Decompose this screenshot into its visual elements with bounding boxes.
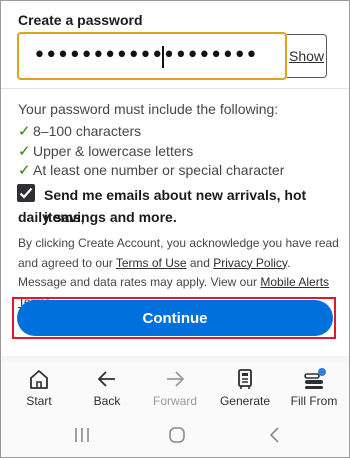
- arrow-left-icon: [97, 371, 115, 387]
- checkbox-check-icon: [19, 187, 33, 199]
- requirements-intro: Your password must include the following…: [18, 101, 279, 117]
- requirement-length: ✓ 8–100 characters: [18, 123, 142, 140]
- nav-fill-from[interactable]: Fill From: [279, 364, 349, 416]
- home-circle-icon[interactable]: [168, 426, 186, 444]
- nav-shadow: [1, 356, 349, 364]
- nav-start[interactable]: Start: [4, 364, 74, 416]
- system-navigation-bar: [1, 416, 349, 457]
- home-icon: [30, 370, 48, 389]
- nav-generate[interactable]: Generate: [210, 364, 280, 416]
- divider: [1, 88, 349, 89]
- show-password-button[interactable]: Show: [287, 34, 327, 78]
- requirement-case: ✓ Upper & lowercase letters: [18, 143, 194, 160]
- text-caret: [162, 46, 164, 68]
- emails-opt-in-label-line2[interactable]: daily savings and more.: [18, 206, 177, 228]
- password-label: Create a password: [18, 12, 143, 28]
- continue-button[interactable]: Continue: [17, 300, 333, 336]
- checkmark-icon: ✓: [18, 123, 31, 140]
- password-value: •••••••••••••••••••: [33, 43, 258, 68]
- privacy-policy-link[interactable]: Privacy Policy: [213, 256, 287, 270]
- checkmark-icon: ✓: [18, 162, 31, 179]
- terms-of-use-link[interactable]: Terms of Use: [116, 256, 187, 270]
- password-generator-icon: [238, 369, 252, 389]
- browser-bottom-nav: Start Back Forward Generate Fill From: [1, 364, 349, 416]
- nav-forward[interactable]: Forward: [140, 364, 210, 416]
- nav-back[interactable]: Back: [72, 364, 142, 416]
- requirement-number-special: ✓ At least one number or special charact…: [18, 162, 285, 179]
- password-input[interactable]: •••••••••••••••••••: [17, 32, 287, 80]
- checkmark-icon: ✓: [18, 143, 31, 160]
- arrow-right-icon: [167, 371, 185, 387]
- emails-opt-in-checkbox[interactable]: [17, 184, 35, 202]
- recent-apps-icon[interactable]: [73, 426, 91, 444]
- back-chevron-icon[interactable]: [266, 426, 284, 444]
- fill-from-icon: [304, 368, 326, 389]
